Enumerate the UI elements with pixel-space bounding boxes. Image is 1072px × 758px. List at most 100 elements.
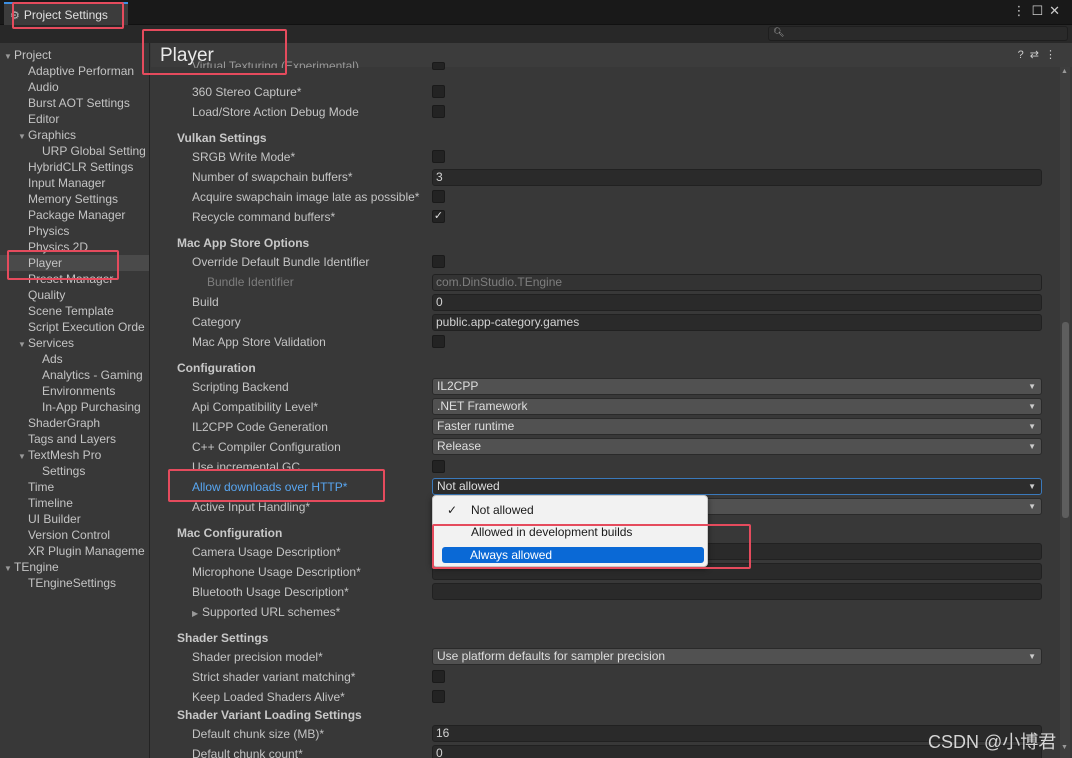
- sidebar-item-label: Player: [28, 256, 63, 270]
- field-label: Api Compatibility Level*: [192, 400, 319, 414]
- field-label: Use incremental GC: [192, 460, 301, 474]
- field-label: Load/Store Action Debug Mode: [192, 105, 359, 119]
- scripting-backend-dropdown[interactable]: IL2CPP ▼: [432, 378, 1042, 395]
- maximize-icon[interactable]: ☐: [1031, 3, 1049, 18]
- chevron-down-icon: ▼: [1028, 442, 1036, 451]
- close-icon[interactable]: ✕: [1049, 3, 1066, 18]
- loadstore-debug-checkbox[interactable]: [432, 105, 445, 118]
- sidebar-item-timeline[interactable]: Timeline: [0, 495, 149, 511]
- sidebar-item-label: Environments: [42, 384, 116, 398]
- dropdown-value: Faster runtime: [437, 419, 515, 433]
- sidebar-item-version-control[interactable]: Version Control: [0, 527, 149, 543]
- sidebar-item-label: Physics 2D: [28, 240, 89, 254]
- sidebar-item-label: Timeline: [28, 496, 73, 510]
- sidebar-item-script-execution-orde[interactable]: Script Execution Orde: [0, 319, 149, 335]
- sidebar-item-label: UI Builder: [28, 512, 81, 526]
- srgb-write-checkbox[interactable]: [432, 150, 445, 163]
- sidebar-item-player[interactable]: Player: [0, 255, 149, 271]
- sidebar-item-label: Ads: [42, 352, 63, 366]
- sidebar-item-xr-plugin-manageme[interactable]: XR Plugin Manageme: [0, 543, 149, 559]
- sidebar-item-package-manager[interactable]: Package Manager: [0, 207, 149, 223]
- checkmark-icon: ✓: [447, 503, 458, 517]
- acquire-late-checkbox[interactable]: [432, 190, 445, 203]
- chevron-down-icon: ▼: [1028, 382, 1036, 391]
- sidebar-item-project[interactable]: ▼ Project: [0, 47, 149, 63]
- bluetooth-description-field[interactable]: [432, 583, 1042, 600]
- field-label: Recycle command buffers*: [192, 210, 336, 224]
- field-label: Shader precision model*: [192, 650, 323, 664]
- sidebar-item-tags-and-layers[interactable]: Tags and Layers: [0, 431, 149, 447]
- incremental-gc-checkbox[interactable]: [432, 460, 445, 473]
- section-heading: Shader Settings: [177, 631, 269, 645]
- http-options-menu: ✓ Not allowed Allowed in development buil…: [432, 495, 708, 567]
- field-label: Category: [192, 315, 241, 329]
- sidebar-item-label: XR Plugin Manageme: [28, 544, 145, 558]
- override-bundle-checkbox[interactable]: [432, 255, 445, 268]
- sidebar-item-editor[interactable]: Editor: [0, 111, 149, 127]
- store-validation-checkbox[interactable]: [432, 335, 445, 348]
- build-field[interactable]: 0: [432, 294, 1042, 311]
- scroll-down-icon[interactable]: ▼: [1061, 744, 1068, 751]
- scroll-up-icon[interactable]: ▲: [1061, 68, 1068, 75]
- api-level-dropdown[interactable]: .NET Framework ▼: [432, 398, 1042, 415]
- sidebar-item-shadergraph[interactable]: ShaderGraph: [0, 415, 149, 431]
- clipped-checkbox[interactable]: [432, 62, 445, 70]
- strict-variant-checkbox[interactable]: [432, 670, 445, 683]
- sidebar-item-in-app-purchasing[interactable]: In-App Purchasing: [0, 399, 149, 415]
- search-input[interactable]: 🔍︎: [768, 26, 1068, 41]
- sidebar-item-audio[interactable]: Audio: [0, 79, 149, 95]
- sidebar-item-urp-global-setting[interactable]: URP Global Setting: [0, 143, 149, 159]
- sidebar-item-label: TEngineSettings: [28, 576, 117, 590]
- sidebar-item-graphics[interactable]: ▼ Graphics: [0, 127, 149, 143]
- sidebar-item-label: Settings: [42, 464, 86, 478]
- sidebar-item-input-manager[interactable]: Input Manager: [0, 175, 149, 191]
- sidebar-item-label: Input Manager: [28, 176, 106, 190]
- recycle-buffers-checkbox[interactable]: ✓: [432, 210, 445, 223]
- il2cpp-codegen-dropdown[interactable]: Faster runtime ▼: [432, 418, 1042, 435]
- search-icon: 🔍︎: [773, 27, 785, 37]
- shader-precision-dropdown[interactable]: Use platform defaults for sampler precis…: [432, 648, 1042, 665]
- sidebar-item-ui-builder[interactable]: UI Builder: [0, 511, 149, 527]
- sidebar-item-ads[interactable]: Ads: [0, 351, 149, 367]
- sidebar-item-adaptive-performan[interactable]: Adaptive Performan: [0, 63, 149, 79]
- kebab-icon[interactable]: ⋮: [1045, 49, 1062, 61]
- presets-icon[interactable]: ⇄: [1030, 49, 1045, 61]
- http-downloads-dropdown[interactable]: Not allowed ▼: [432, 478, 1042, 495]
- sidebar-item-physics[interactable]: Physics: [0, 223, 149, 239]
- sidebar-item-label: Graphics: [28, 128, 77, 142]
- sidebar-item-memory-settings[interactable]: Memory Settings: [0, 191, 149, 207]
- sidebar-item-label: Package Manager: [28, 208, 126, 222]
- kebab-icon[interactable]: ⋮: [1012, 3, 1031, 18]
- sidebar-item-analytics-gaming[interactable]: Analytics - Gaming: [0, 367, 149, 383]
- sidebar-item-burst-aot-settings[interactable]: Burst AOT Settings: [0, 95, 149, 111]
- help-icon[interactable]: ?: [1018, 49, 1030, 61]
- cpp-config-dropdown[interactable]: Release ▼: [432, 438, 1042, 455]
- scrollbar-thumb[interactable]: [1062, 322, 1069, 518]
- sidebar-item-environments[interactable]: Environments: [0, 383, 149, 399]
- menu-item-not-allowed[interactable]: ✓ Not allowed: [437, 502, 699, 518]
- sidebar-item-settings[interactable]: Settings: [0, 463, 149, 479]
- sidebar-item-physics-2d[interactable]: Physics 2D: [0, 239, 149, 255]
- sidebar-item-preset-manager[interactable]: Preset Manager: [0, 271, 149, 287]
- category-field[interactable]: public.app-category.games: [432, 314, 1042, 331]
- menu-item-always-allowed[interactable]: Always allowed: [442, 547, 704, 563]
- field-label: SRGB Write Mode*: [192, 150, 296, 164]
- sidebar-item-tenginesettings[interactable]: TEngineSettings: [0, 575, 149, 591]
- url-schemes-foldout[interactable]: ▶ Supported URL schemes*: [192, 604, 340, 620]
- project-settings-tab[interactable]: ⚙ Project Settings: [4, 2, 128, 25]
- sidebar-item-textmesh-pro[interactable]: ▼ TextMesh Pro: [0, 447, 149, 463]
- sidebar-item-tengine[interactable]: ▼ TEngine: [0, 559, 149, 575]
- menu-item-allowed-dev[interactable]: Allowed in development builds: [437, 524, 699, 540]
- sidebar-item-services[interactable]: ▼ Services: [0, 335, 149, 351]
- stereo-capture-checkbox[interactable]: [432, 85, 445, 98]
- field-label: Bluetooth Usage Description*: [192, 585, 349, 599]
- chevron-down-icon: ▼: [1028, 422, 1036, 431]
- sidebar-item-hybridclr-settings[interactable]: HybridCLR Settings: [0, 159, 149, 175]
- keep-shaders-checkbox[interactable]: [432, 690, 445, 703]
- dropdown-value: Not allowed: [437, 479, 500, 493]
- swapchain-buffers-field[interactable]: 3: [432, 169, 1042, 186]
- sidebar-item-scene-template[interactable]: Scene Template: [0, 303, 149, 319]
- sidebar-item-time[interactable]: Time: [0, 479, 149, 495]
- chevron-down-icon: ▼: [1028, 402, 1036, 411]
- sidebar-item-quality[interactable]: Quality: [0, 287, 149, 303]
